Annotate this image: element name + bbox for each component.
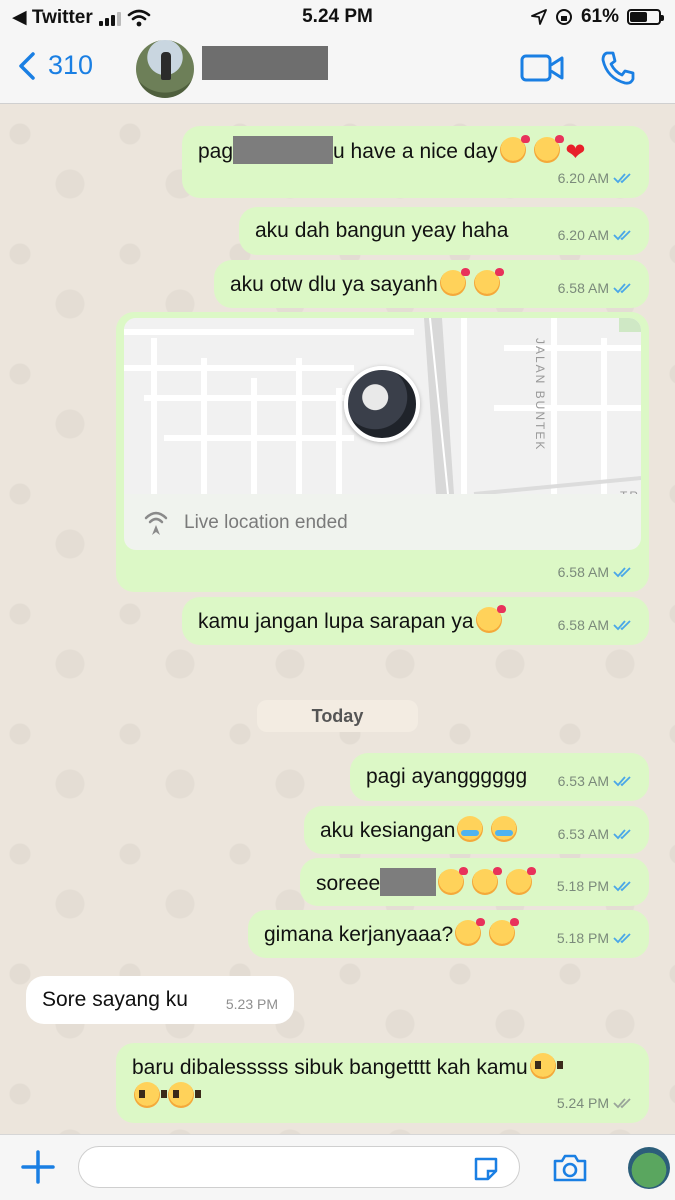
read-ticks-icon <box>613 283 631 294</box>
plus-icon[interactable] <box>20 1149 56 1185</box>
map-street-label: JALAN BUNTEK <box>533 338 547 452</box>
microphone-button[interactable] <box>628 1147 670 1189</box>
chat-header: 310 ▬▬▬▬▬ <box>0 36 675 104</box>
live-location-bubble[interactable]: JALAN BUNTEK TRA Live location ended 6.5… <box>116 312 649 592</box>
smiling-hearts-emoji-icon <box>472 867 503 895</box>
message-bubble[interactable]: kamu jangan lupa sarapan ya 6.58 AM <box>182 597 649 645</box>
redacted-text <box>380 868 437 896</box>
message-text: aku otw dlu ya sayanh <box>230 268 504 299</box>
battery-level <box>630 12 648 22</box>
message-bubble[interactable]: gimana kerjanyaaa? 5.18 PM <box>248 910 649 958</box>
message-meta: 5.24 PM <box>557 1089 633 1117</box>
message-meta: 6.58 AM <box>558 611 633 639</box>
read-ticks-icon <box>613 881 631 892</box>
message-bubble[interactable]: pagi ayangggggg 6.53 AM <box>350 753 649 801</box>
message-input[interactable] <box>78 1146 520 1188</box>
smiling-hearts-emoji-icon <box>533 135 564 163</box>
rotation-lock-icon <box>555 9 572 25</box>
chevron-left-icon <box>19 51 35 80</box>
sticker-icon[interactable] <box>472 1155 500 1183</box>
read-ticks-icon <box>613 567 631 578</box>
message-meta: 6.20 AM <box>558 221 633 249</box>
message-text: gimana kerjanyaaa? <box>264 918 519 949</box>
chat-area[interactable]: pag u have a nice day ❤ 6.20 AM aku dah b… <box>0 104 675 1134</box>
location-arrow-icon <box>531 9 547 25</box>
message-text: aku dah bangun yeay haha <box>255 219 509 242</box>
message-bubble[interactable]: aku kesiangan 6.53 AM <box>304 806 649 854</box>
read-ticks-icon <box>613 829 631 840</box>
smiling-hearts-emoji-icon <box>473 268 504 296</box>
message-meta: 6.20 AM <box>558 164 633 192</box>
message-meta: 5.23 PM <box>225 996 278 1012</box>
smiling-hearts-emoji-icon <box>455 918 486 946</box>
read-ticks-icon <box>613 173 631 184</box>
video-call-icon[interactable] <box>520 54 564 82</box>
message-text: soreee <box>316 867 536 898</box>
smiling-hearts-emoji-icon <box>505 867 536 895</box>
message-bubble[interactable]: soreee 5.18 PM <box>300 858 649 906</box>
composer-bar <box>0 1134 675 1200</box>
smiling-hearts-emoji-icon <box>488 918 519 946</box>
read-ticks-icon <box>613 776 631 787</box>
smiling-hearts-emoji-icon <box>439 268 470 296</box>
status-bar: ◀ Twitter 5.24 PM 61% <box>0 0 675 36</box>
battery-percent: 61% <box>580 6 619 27</box>
message-text: pag u have a nice day ❤ <box>198 135 586 167</box>
unread-count[interactable]: 310 <box>48 50 93 81</box>
message-text: aku kesiangan <box>320 816 518 845</box>
live-location-status: Live location ended <box>124 494 641 550</box>
message-bubble[interactable]: pag u have a nice day ❤ 6.20 AM <box>182 126 649 198</box>
message-meta: 6.58 AM <box>558 274 633 302</box>
live-location-icon <box>144 511 168 535</box>
message-meta: 5.18 PM <box>557 872 633 900</box>
crying-face-emoji-icon <box>457 816 484 842</box>
back-button[interactable]: 310 <box>18 50 93 81</box>
battery-icon <box>627 9 664 25</box>
message-text: pagi ayangggggg <box>366 765 528 788</box>
message-text: Sore sayang ku <box>42 988 188 1011</box>
red-heart-icon: ❤ <box>565 139 586 166</box>
redacted-text <box>233 136 334 164</box>
message-text: kamu jangan lupa sarapan ya <box>198 605 506 636</box>
location-map[interactable]: JALAN BUNTEK TRA <box>124 318 641 494</box>
message-bubble[interactable]: aku otw dlu ya sayanh 6.58 AM <box>214 260 649 308</box>
crying-face-emoji-icon <box>491 816 518 842</box>
message-bubble-incoming[interactable]: Sore sayang ku 5.23 PM <box>26 976 294 1024</box>
read-ticks-icon <box>613 620 631 631</box>
smiling-hearts-emoji-icon <box>499 135 530 163</box>
phone-call-icon[interactable] <box>600 50 636 86</box>
message-bubble[interactable]: baru dibalesssss sibuk bangetttt kah kam… <box>116 1043 649 1123</box>
message-text: baru dibalesssss sibuk bangetttt kah kam… <box>132 1053 612 1111</box>
pleading-face-emoji-icon <box>529 1053 563 1079</box>
live-location-label: Live location ended <box>184 512 348 533</box>
camera-icon[interactable] <box>552 1153 588 1183</box>
read-ticks-icon <box>613 230 631 241</box>
message-meta: 5.18 PM <box>557 924 633 952</box>
delivered-ticks-icon <box>613 1098 631 1109</box>
contact-avatar[interactable] <box>136 40 194 98</box>
contact-name[interactable]: ▬▬▬▬▬ <box>202 46 328 80</box>
message-meta: 6.53 AM <box>558 820 633 848</box>
pleading-face-emoji-icon <box>134 1082 167 1108</box>
message-bubble[interactable]: aku dah bangun yeay haha 6.20 AM <box>239 207 649 255</box>
smiling-hearts-emoji-icon <box>475 605 506 633</box>
message-meta: 6.53 AM <box>558 767 633 795</box>
location-avatar <box>344 366 420 442</box>
message-meta: 6.58 AM <box>558 558 633 586</box>
pleading-face-emoji-icon <box>167 1082 201 1108</box>
read-ticks-icon <box>613 933 631 944</box>
smiling-hearts-emoji-icon <box>438 867 469 895</box>
map-corner-label: TRA <box>620 482 641 494</box>
day-separator: Today <box>257 700 418 732</box>
